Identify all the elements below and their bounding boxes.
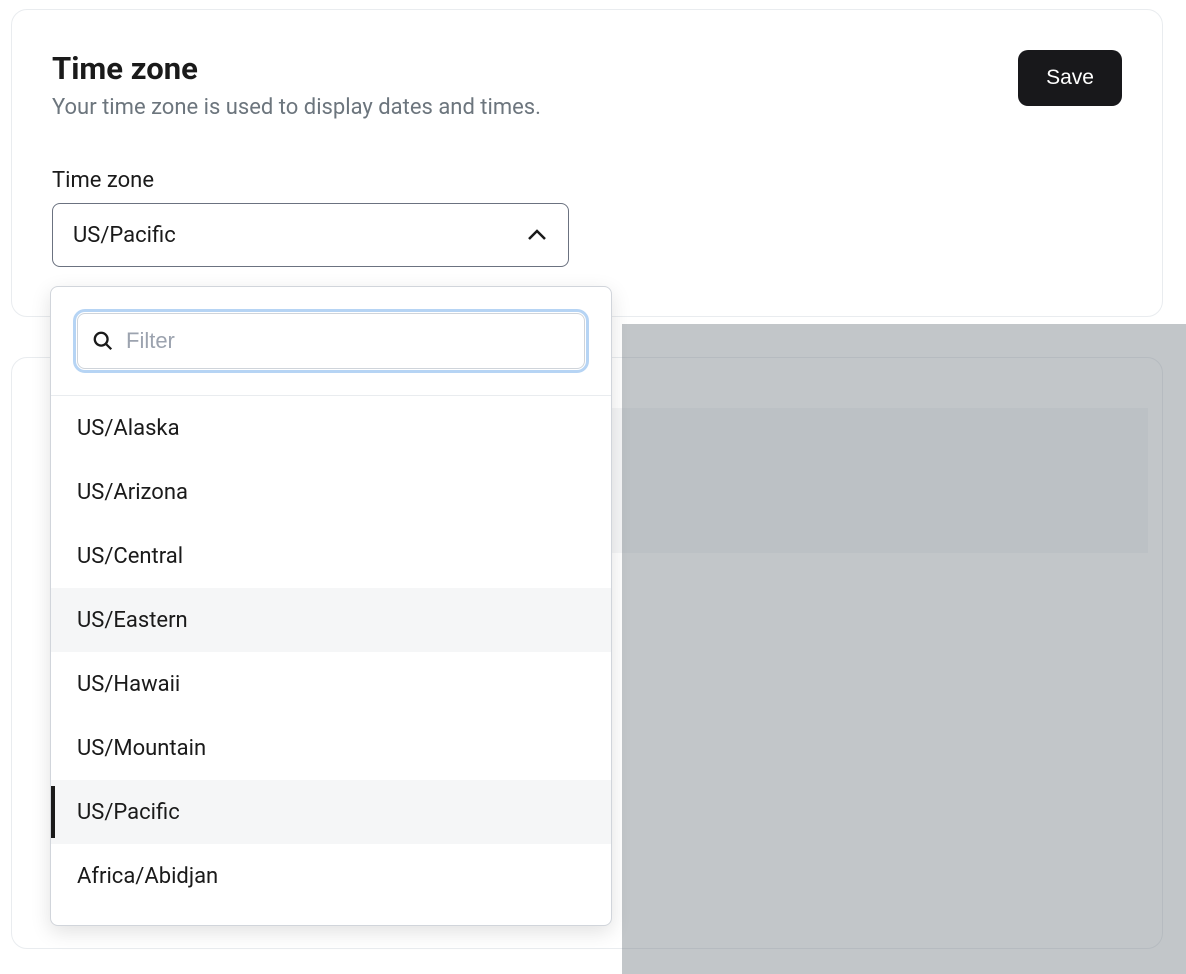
card-subtitle: Your time zone is used to display dates … (52, 95, 541, 120)
timezone-option[interactable]: US/Central (51, 524, 611, 588)
search-icon (92, 330, 114, 352)
chevron-up-icon (526, 224, 548, 246)
card-header: Time zone Your time zone is used to disp… (52, 50, 1122, 120)
timezone-option[interactable]: US/Alaska (51, 396, 611, 460)
timezone-field-group: Time zone US/Pacific (52, 168, 1122, 267)
timezone-card: Time zone Your time zone is used to disp… (11, 9, 1163, 317)
timezone-option[interactable]: US/Eastern (51, 588, 611, 652)
timezone-select-value: US/Pacific (73, 223, 176, 248)
timezone-field-label: Time zone (52, 168, 1122, 193)
modal-overlay (622, 324, 1186, 974)
timezone-option[interactable]: US/Hawaii (51, 652, 611, 716)
card-title: Time zone (52, 50, 541, 87)
timezone-option[interactable]: Africa/Abidjan (51, 844, 611, 908)
timezone-option[interactable]: US/Pacific (51, 780, 611, 844)
filter-section (51, 287, 611, 396)
save-button[interactable]: Save (1018, 50, 1122, 106)
timezone-options-list[interactable]: US/AlaskaUS/ArizonaUS/CentralUS/EasternU… (51, 396, 611, 925)
timezone-dropdown-panel: US/AlaskaUS/ArizonaUS/CentralUS/EasternU… (50, 286, 612, 926)
filter-input[interactable] (126, 328, 570, 354)
timezone-select[interactable]: US/Pacific (52, 203, 569, 267)
timezone-option[interactable]: US/Arizona (51, 460, 611, 524)
filter-box[interactable] (77, 313, 585, 369)
card-heading-group: Time zone Your time zone is used to disp… (52, 50, 541, 120)
timezone-option[interactable]: US/Mountain (51, 716, 611, 780)
